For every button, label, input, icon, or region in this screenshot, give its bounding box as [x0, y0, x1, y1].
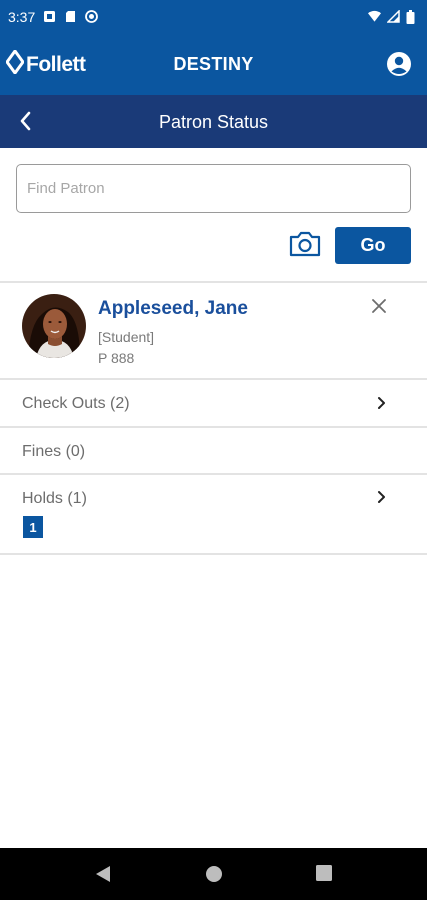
divider: [0, 378, 427, 380]
holds-count-badge: 1: [23, 516, 43, 538]
checkouts-label: Check Outs (2): [22, 395, 130, 412]
go-button[interactable]: Go: [335, 227, 411, 264]
find-patron-input[interactable]: [16, 164, 411, 213]
app-title: DESTINY: [173, 54, 254, 74]
chevron-right-icon: [375, 396, 387, 410]
nav-recents-icon[interactable]: [316, 865, 332, 886]
divider: [0, 281, 427, 283]
sync-icon: [85, 10, 99, 23]
divider: [0, 473, 427, 475]
patron-name[interactable]: Appleseed, Jane: [98, 298, 248, 320]
nav-back-icon[interactable]: [95, 865, 111, 888]
divider: [0, 553, 427, 555]
close-icon[interactable]: [370, 297, 388, 315]
camera-icon[interactable]: [288, 230, 322, 258]
screen: 3:37 Follett DESTINY Patron Status Find …: [0, 0, 427, 900]
wifi-icon: [368, 10, 381, 23]
nav-home-icon[interactable]: [205, 865, 223, 888]
account-icon[interactable]: [386, 51, 412, 77]
system-nav-bar: [0, 848, 427, 900]
divider: [0, 426, 427, 428]
notification-icon: [43, 10, 56, 23]
patron-id: P 888: [98, 350, 135, 366]
avatar: [22, 294, 86, 358]
chevron-right-icon: [375, 490, 387, 504]
status-bar: 3:37: [0, 0, 427, 33]
page-title: Patron Status: [158, 112, 269, 132]
app-bar: Follett DESTINY: [0, 33, 427, 95]
battery-icon: [406, 10, 419, 24]
fines-label: Fines (0): [22, 443, 86, 460]
status-time: 3:37: [8, 8, 36, 25]
signal-icon: [387, 10, 400, 23]
patron-type: [Student]: [98, 329, 155, 345]
sd-card-icon: [64, 10, 77, 23]
holds-label: Holds (1): [22, 490, 87, 507]
page-header: Patron Status: [0, 95, 427, 148]
